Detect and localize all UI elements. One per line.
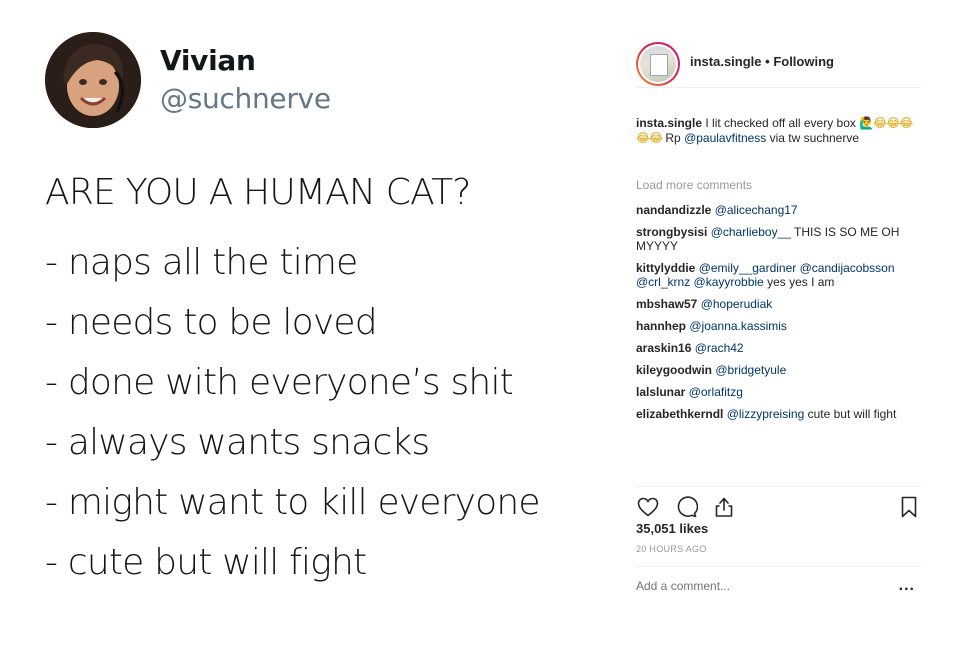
- tweet-list-item: - done with everyone’s shit: [45, 362, 514, 403]
- avatar-portrait-icon: [45, 32, 141, 128]
- load-more-comments-link[interactable]: Load more comments: [636, 178, 752, 192]
- post-caption: insta.single I lit checked off all every…: [636, 116, 921, 146]
- comment-item: hannhep @joanna.kassimis: [636, 319, 921, 333]
- follow-status-button[interactable]: Following: [773, 54, 834, 69]
- add-comment-input[interactable]: [636, 579, 876, 593]
- tweet-author-name: Vivian: [160, 44, 256, 77]
- instagram-sidebar: insta.single • Following insta.single I …: [624, 28, 924, 628]
- tweet-body: ARE YOU A HUMAN CAT? - naps all the time…: [45, 172, 541, 602]
- comment-username[interactable]: araskin16: [636, 341, 691, 355]
- more-options-button[interactable]: ...: [899, 577, 915, 595]
- comment-item: lalslunar @orlafitzg: [636, 385, 921, 399]
- tweet-image: Vivian @suchnerve ARE YOU A HUMAN CAT? -…: [0, 0, 610, 648]
- comment-item: kileygoodwin @bridgetyule: [636, 363, 921, 377]
- comment-username[interactable]: nandandizzle: [636, 203, 711, 217]
- like-count[interactable]: 35,051 likes: [636, 521, 708, 536]
- comment-username[interactable]: strongbysisi: [636, 225, 707, 239]
- profile-avatar[interactable]: [636, 42, 680, 86]
- post-author-username[interactable]: insta.single: [690, 54, 762, 69]
- caption-username[interactable]: insta.single: [636, 116, 702, 130]
- comment-mention-link[interactable]: @hoperudiak: [701, 297, 773, 311]
- tweet-heading: ARE YOU A HUMAN CAT?: [45, 172, 471, 213]
- header-separator: •: [761, 54, 774, 69]
- post-timestamp: 20 HOURS AGO: [636, 544, 707, 554]
- comment-mention-link[interactable]: @bridgetyule: [715, 363, 786, 377]
- tweet-author-handle: @suchnerve: [160, 82, 331, 115]
- caption-text-tail: via tw suchnerve: [766, 131, 860, 145]
- comment-username[interactable]: kileygoodwin: [636, 363, 712, 377]
- comment-item: araskin16 @rach42: [636, 341, 921, 355]
- post-author: insta.single • Following: [690, 54, 834, 69]
- bookmark-icon[interactable]: [897, 495, 921, 519]
- tweet-list-item: - needs to be loved: [45, 302, 378, 343]
- comment-list: nandandizzle @alicechang17 strongbysisi …: [636, 203, 921, 429]
- comment-item: nandandizzle @alicechang17: [636, 203, 921, 217]
- comment-item: strongbysisi @charlieboy__ THIS IS SO ME…: [636, 225, 921, 253]
- tweet-list-item: - cute but will fight: [45, 542, 367, 583]
- comment-mention-link[interactable]: @lizzypreising: [727, 407, 805, 421]
- caption-text: I lit checked off all every box: [702, 116, 860, 130]
- avatar-ring: [638, 44, 678, 84]
- heart-icon[interactable]: [636, 495, 660, 519]
- caption-text-rp: Rp: [662, 131, 685, 145]
- tweet-list-item: - might want to kill everyone: [45, 482, 541, 523]
- comment-mention-link[interactable]: @joanna.kassimis: [689, 319, 787, 333]
- avatar-image: [640, 46, 676, 82]
- share-icon[interactable]: [712, 495, 736, 519]
- comment-mention-link[interactable]: @alicechang17: [715, 203, 798, 217]
- comment-mention-link[interactable]: @orlafitzg: [689, 385, 743, 399]
- tweet-list-item: - always wants snacks: [45, 422, 430, 463]
- comment-icon[interactable]: [674, 495, 698, 519]
- tweet-list-item: - naps all the time: [45, 242, 358, 283]
- comment-item: kittylyddie @emily__gardiner @candijacob…: [636, 261, 921, 289]
- comment-item: mbshaw57 @hoperudiak: [636, 297, 921, 311]
- comment-username[interactable]: mbshaw57: [636, 297, 697, 311]
- comment-mention-link[interactable]: @rach42: [695, 341, 744, 355]
- caption-mention-link[interactable]: @paulavfitness: [684, 131, 766, 145]
- comment-text: yes yes I am: [763, 275, 835, 289]
- comment-username[interactable]: kittylyddie: [636, 261, 695, 275]
- comment-username[interactable]: elizabethkerndl: [636, 407, 723, 421]
- add-comment-section: ...: [636, 566, 921, 606]
- post-action-bar: [636, 486, 921, 519]
- tweet-avatar: [45, 32, 141, 128]
- comment-mention-link[interactable]: @charlieboy__: [711, 225, 791, 239]
- comment-username[interactable]: hannhep: [636, 319, 686, 333]
- comment-item: elizabethkerndl @lizzypreising cute but …: [636, 407, 921, 421]
- comment-username[interactable]: lalslunar: [636, 385, 685, 399]
- post-header: insta.single • Following: [636, 38, 921, 88]
- comment-text: cute but will fight: [804, 407, 897, 421]
